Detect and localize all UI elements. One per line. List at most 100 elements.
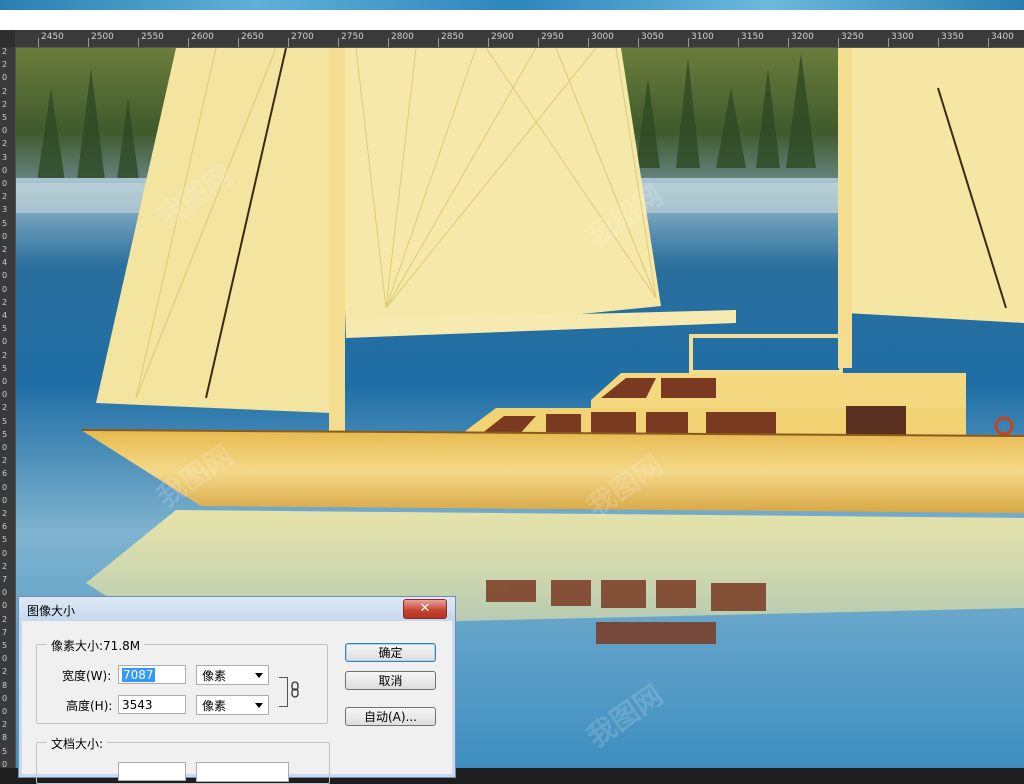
ok-button[interactable]: 确定 bbox=[345, 643, 436, 662]
auto-button[interactable]: 自动(A)... bbox=[345, 707, 436, 726]
ruler-digit: 0 bbox=[2, 495, 8, 505]
ruler-tick bbox=[888, 38, 889, 47]
ruler-digit: 7 bbox=[2, 627, 8, 637]
height-input[interactable]: 3543 bbox=[118, 695, 186, 714]
ruler-digit: 0 bbox=[2, 707, 8, 716]
ruler-tick bbox=[688, 38, 689, 47]
ruler-digit: 2 bbox=[2, 667, 8, 677]
height-label: 高度(H): bbox=[66, 699, 113, 713]
ruler-digit: 0 bbox=[2, 271, 8, 281]
ruler-digit: 5 bbox=[2, 429, 8, 439]
ruler-tick bbox=[638, 38, 639, 47]
ruler-tick-label: 3200 bbox=[791, 32, 814, 42]
ruler-digit: 2 bbox=[2, 192, 8, 202]
ruler-tick-label: 2950 bbox=[541, 32, 564, 42]
doc-width-input[interactable] bbox=[118, 762, 186, 781]
chevron-down-icon bbox=[255, 673, 263, 678]
ruler-tick bbox=[138, 38, 139, 47]
horizontal-ruler[interactable]: 2450 2500 2550 2600 2650 2700 2750 2800 2850 2900… bbox=[0, 30, 1024, 48]
constrain-bracket bbox=[279, 677, 288, 707]
chevron-down-icon bbox=[255, 703, 263, 708]
close-button[interactable]: ✕ bbox=[403, 599, 447, 619]
ruler-digit: 0 bbox=[2, 759, 8, 769]
ruler-digit: 5 bbox=[2, 535, 8, 545]
close-icon: ✕ bbox=[419, 601, 431, 616]
ruler-digit: 0 bbox=[2, 179, 8, 188]
ruler-digit: 2 bbox=[2, 245, 8, 254]
ruler-tick bbox=[88, 38, 89, 47]
ruler-tick bbox=[338, 38, 339, 47]
ruler-tick-label: 3400 bbox=[991, 32, 1014, 42]
ruler-tick-label: 3050 bbox=[641, 32, 664, 42]
ruler-digit: 2 bbox=[2, 86, 8, 96]
ruler-tick bbox=[388, 38, 389, 47]
document-size-label: 文档大小: bbox=[47, 735, 108, 752]
ruler-digit: 2 bbox=[2, 47, 8, 56]
vertical-ruler[interactable]: 2 2 0 2 2 5 0 2 3 0 0 2 3 5 0 2 4 0 0 2 4 5 0 2 5 0 0 2 5 5 0 2 6 0 0 2 6 5 0 2… bbox=[0, 47, 16, 769]
ruler-digit: 0 bbox=[2, 231, 8, 241]
ruler-tick bbox=[488, 38, 489, 47]
ruler-tick-label: 3250 bbox=[841, 32, 864, 42]
ruler-digit: 4 bbox=[2, 258, 8, 268]
ruler-digit: 0 bbox=[2, 377, 8, 386]
ruler-digit: 5 bbox=[2, 324, 8, 334]
ruler-digit: 5 bbox=[2, 218, 8, 228]
ruler-digit: 6 bbox=[2, 469, 8, 479]
ruler-digit: 2 bbox=[2, 561, 8, 571]
ruler-digit: 2 bbox=[2, 297, 8, 307]
ruler-tick-label: 2700 bbox=[291, 32, 314, 42]
ruler-tick bbox=[188, 38, 189, 47]
height-unit-select[interactable]: 像素 bbox=[196, 695, 269, 715]
ruler-digit: 0 bbox=[2, 693, 8, 703]
ruler-digit: 0 bbox=[2, 548, 8, 558]
ruler-tick-label: 2750 bbox=[341, 32, 364, 42]
ruler-digit: 4 bbox=[2, 311, 8, 320]
ruler-digit: 5 bbox=[2, 746, 8, 756]
width-unit-select[interactable]: 像素 bbox=[196, 665, 269, 685]
doc-unit-select[interactable] bbox=[196, 762, 289, 782]
ruler-tick-label: 2550 bbox=[141, 32, 164, 42]
ruler-digit: 5 bbox=[2, 363, 8, 373]
ruler-tick bbox=[288, 38, 289, 47]
ruler-digit: 2 bbox=[2, 350, 8, 360]
ruler-tick-label: 2900 bbox=[491, 32, 514, 42]
ruler-digit: 7 bbox=[2, 575, 8, 584]
ruler-digit: 0 bbox=[2, 601, 8, 611]
ruler-tick bbox=[988, 38, 989, 47]
pixel-dimensions-label: 像素大小:71.8M bbox=[47, 637, 145, 654]
ruler-digit: 2 bbox=[2, 720, 8, 730]
ruler-digit: 2 bbox=[2, 509, 8, 518]
ruler-digit: 0 bbox=[2, 337, 8, 347]
ruler-tick-label: 3100 bbox=[691, 32, 714, 42]
ruler-tick-label: 2650 bbox=[241, 32, 264, 42]
ruler-digit: 3 bbox=[2, 205, 8, 215]
width-input[interactable]: 7087 bbox=[118, 665, 186, 684]
ruler-digit: 2 bbox=[2, 139, 8, 149]
ruler-tick-label: 2450 bbox=[41, 32, 64, 42]
cancel-button[interactable]: 取消 bbox=[345, 671, 436, 690]
document-tab-strip bbox=[0, 10, 1024, 30]
ruler-tick bbox=[438, 38, 439, 47]
ruler-digit: 8 bbox=[2, 680, 8, 690]
ruler-tick bbox=[838, 38, 839, 47]
ruler-tick-label: 2800 bbox=[391, 32, 414, 42]
ruler-digit: 0 bbox=[2, 482, 8, 492]
ruler-digit: 0 bbox=[2, 443, 8, 452]
ruler-tick bbox=[238, 38, 239, 47]
width-label: 宽度(W): bbox=[62, 669, 112, 683]
ruler-digit: 0 bbox=[2, 73, 8, 83]
ruler-digit: 3 bbox=[2, 152, 8, 162]
ruler-digit: 0 bbox=[2, 390, 8, 400]
ruler-tick bbox=[738, 38, 739, 47]
ruler-digit: 5 bbox=[2, 641, 8, 650]
ruler-tick-label: 3000 bbox=[591, 32, 614, 42]
ruler-digit: 8 bbox=[2, 733, 8, 743]
ruler-tick bbox=[938, 38, 939, 47]
ruler-digit: 0 bbox=[2, 126, 8, 136]
dialog-titlebar[interactable]: 图像大小 ✕ bbox=[19, 597, 455, 621]
link-icon[interactable] bbox=[290, 681, 300, 699]
ruler-tick-label: 2850 bbox=[441, 32, 464, 42]
ruler-digit: 2 bbox=[2, 99, 8, 109]
ruler-corner bbox=[0, 30, 15, 47]
ruler-tick-label: 3150 bbox=[741, 32, 764, 42]
